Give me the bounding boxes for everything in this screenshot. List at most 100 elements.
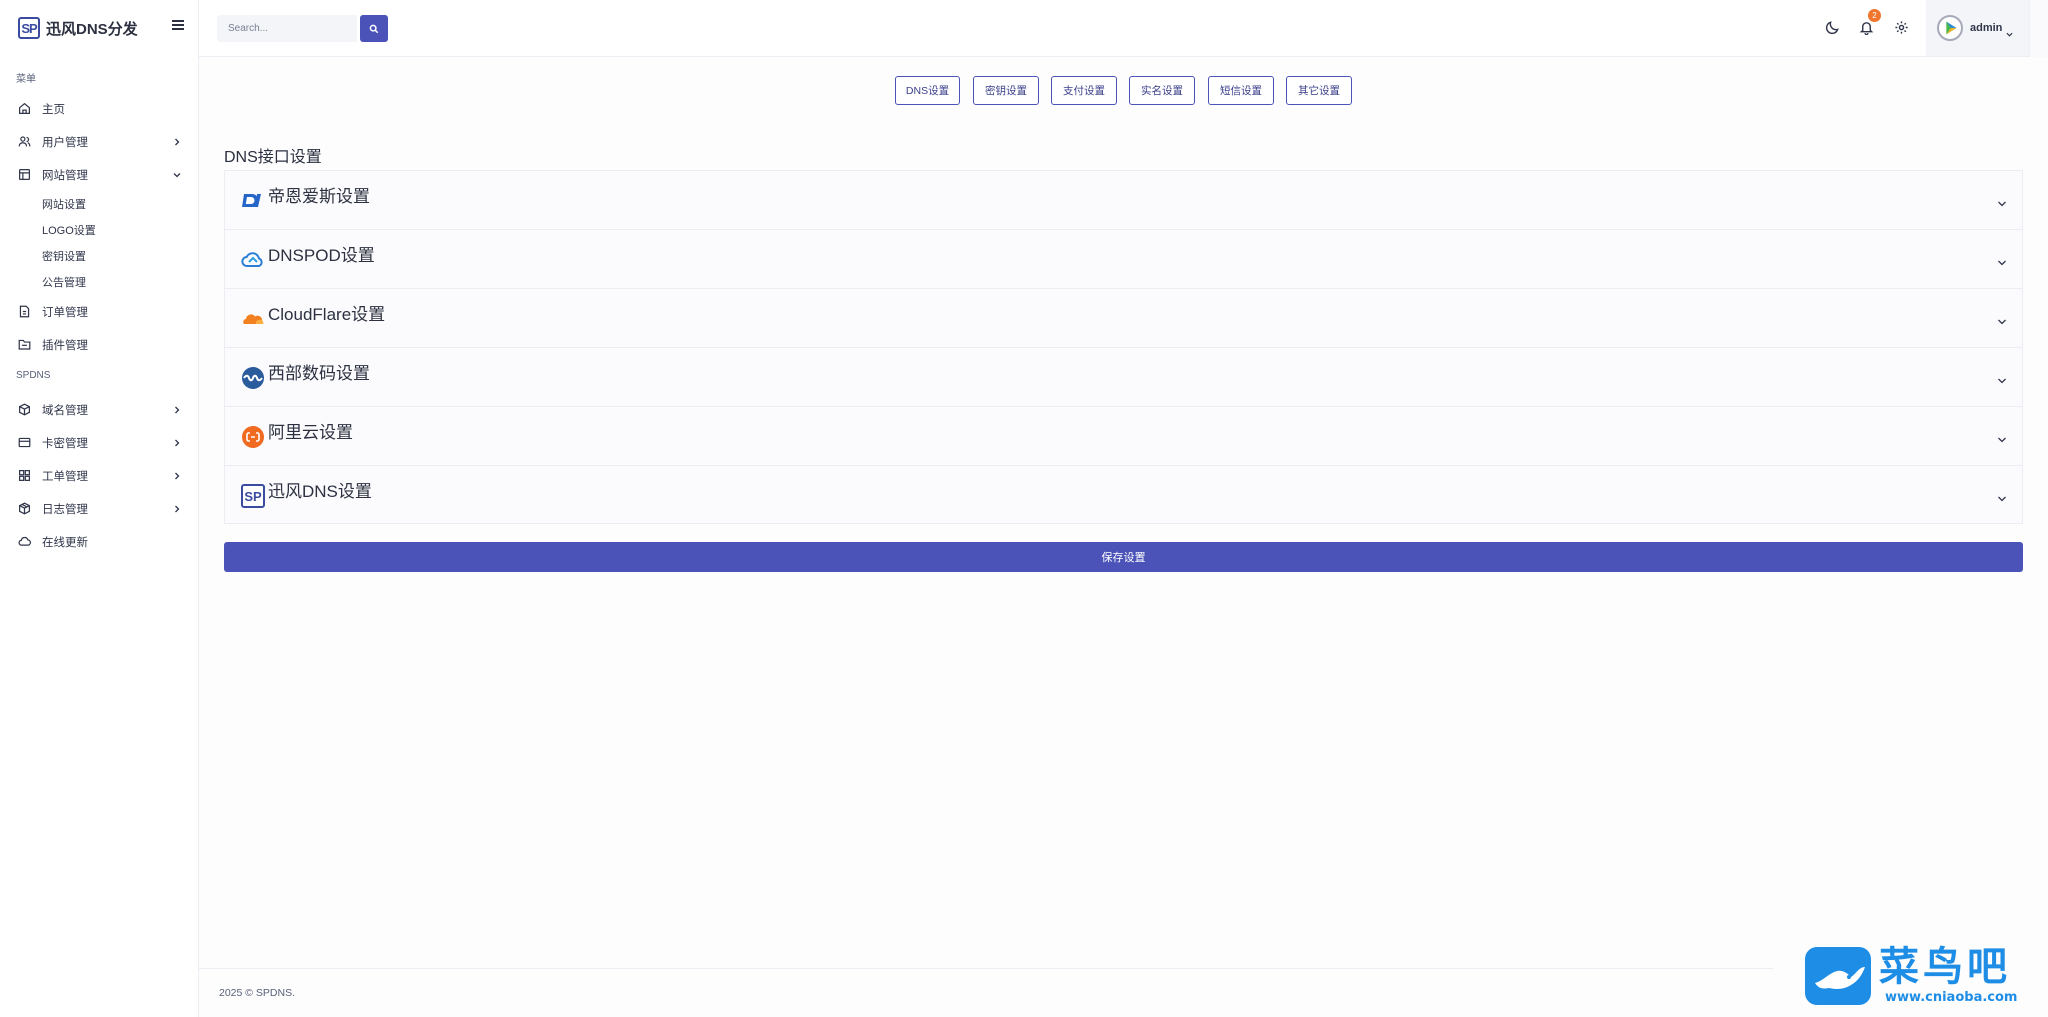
accordion-item-cloudflare[interactable]: CloudFlare设置 bbox=[224, 288, 2023, 347]
sidebar-subitem-site-settings[interactable]: 网站设置 bbox=[0, 191, 198, 217]
document-icon bbox=[18, 305, 31, 318]
moon-icon bbox=[1825, 21, 1839, 35]
accordion-title: 帝恩爱斯设置 bbox=[268, 187, 370, 206]
page-title: DNS接口设置 bbox=[224, 149, 322, 166]
chevron-down-icon bbox=[1997, 491, 2007, 502]
sidebar-item-label: 卡密管理 bbox=[42, 437, 88, 450]
chevron-down-icon bbox=[2006, 25, 2013, 37]
sidebar-item-label: 域名管理 bbox=[42, 404, 88, 417]
save-settings-button[interactable]: 保存设置 bbox=[224, 542, 2023, 572]
search-button[interactable] bbox=[360, 15, 388, 42]
watermark-url: www.cniaoba.com bbox=[1885, 990, 2018, 1005]
play-logo-icon bbox=[1939, 17, 1961, 39]
aliyun-logo-icon bbox=[241, 425, 265, 449]
tab-realname-settings[interactable]: 实名设置 bbox=[1129, 76, 1195, 105]
chevron-right-icon bbox=[173, 504, 181, 513]
accordion-title: DNSPOD设置 bbox=[268, 246, 375, 265]
box-icon bbox=[18, 502, 31, 515]
tab-payment-settings[interactable]: 支付设置 bbox=[1051, 76, 1117, 105]
topbar: 2 admin bbox=[199, 0, 2048, 57]
tab-dns-settings[interactable]: DNS设置 bbox=[895, 76, 960, 105]
cloudflare-logo-icon bbox=[241, 307, 265, 331]
layout-icon bbox=[18, 168, 31, 181]
watermark: 菜鸟吧 www.cniaoba.com bbox=[1803, 944, 2018, 1008]
svg-text:SP: SP bbox=[244, 489, 262, 504]
sidebar-subitem-key-settings[interactable]: 密钥设置 bbox=[0, 243, 198, 269]
footer: 2025 © SPDNS. bbox=[199, 968, 1773, 1017]
accordion-item-spdns[interactable]: SP 迅风DNS设置 bbox=[224, 465, 2023, 524]
dark-mode-toggle[interactable] bbox=[1825, 20, 1840, 35]
settings-button[interactable] bbox=[1894, 20, 1909, 35]
search-icon bbox=[369, 24, 379, 33]
sidebar-item-label: 日志管理 bbox=[42, 503, 88, 516]
accordion-title: 迅风DNS设置 bbox=[268, 482, 372, 501]
sidebar-item-label: 插件管理 bbox=[42, 339, 88, 352]
chevron-right-icon bbox=[173, 438, 181, 447]
notifications-button[interactable] bbox=[1859, 20, 1874, 36]
users-icon bbox=[18, 135, 31, 148]
copyright-text: 2025 © SPDNS. bbox=[219, 987, 296, 999]
brand: SP 迅风DNS分发 bbox=[0, 0, 198, 56]
notification-badge: 2 bbox=[1868, 9, 1881, 22]
sidebar-item-label: 在线更新 bbox=[42, 536, 88, 549]
sidebar-item-site[interactable]: 网站管理 bbox=[0, 158, 198, 191]
menu-toggle-icon[interactable] bbox=[172, 20, 184, 30]
bell-icon bbox=[1859, 22, 1874, 36]
chevron-right-icon bbox=[173, 137, 181, 146]
accordion-title: CloudFlare设置 bbox=[268, 305, 386, 324]
sidebar-subitem-logo-settings[interactable]: LOGO设置 bbox=[0, 217, 198, 243]
accordion-item-westcn[interactable]: 西部数码设置 bbox=[224, 347, 2023, 406]
accordion-title: 阿里云设置 bbox=[268, 423, 353, 442]
sidebar-section-label: SPDNS bbox=[16, 370, 51, 381]
tab-other-settings[interactable]: 其它设置 bbox=[1286, 76, 1352, 105]
folder-icon bbox=[18, 338, 31, 351]
dnspod-cloud-logo-icon bbox=[241, 248, 265, 272]
tab-sms-settings[interactable]: 短信设置 bbox=[1208, 76, 1274, 105]
sidebar-item-label: 网站管理 bbox=[42, 169, 88, 182]
chevron-down-icon bbox=[173, 170, 181, 178]
sidebar-item-label: 用户管理 bbox=[42, 136, 88, 149]
settings-tabs: DNS设置 密钥设置 支付设置 实名设置 短信设置 其它设置 bbox=[0, 76, 2048, 106]
west-cn-logo-icon bbox=[241, 366, 265, 390]
chevron-down-icon bbox=[1997, 432, 2007, 443]
chevron-right-icon bbox=[173, 405, 181, 414]
grid-icon bbox=[18, 469, 31, 482]
cloud-icon bbox=[18, 535, 31, 548]
sidebar-item-tickets[interactable]: 工单管理 bbox=[0, 459, 198, 492]
sidebar-item-orders[interactable]: 订单管理 bbox=[0, 295, 198, 328]
username: admin bbox=[1970, 22, 2003, 34]
gear-icon bbox=[1895, 21, 1908, 34]
cube-icon bbox=[18, 403, 31, 416]
sidebar-item-label: 订单管理 bbox=[42, 306, 88, 319]
sidebar: SP 迅风DNS分发 菜单 主页 用户管理 网站管理 网站设置 LOGO设置 密… bbox=[0, 0, 199, 1017]
chevron-down-icon bbox=[1997, 373, 2007, 384]
sidebar-item-plugins[interactable]: 插件管理 bbox=[0, 328, 198, 361]
sidebar-item-logs[interactable]: 日志管理 bbox=[0, 492, 198, 525]
accordion-item-dnsla[interactable]: 帝恩爱斯设置 bbox=[224, 170, 2023, 229]
user-menu[interactable]: admin bbox=[1926, 0, 2029, 56]
avatar bbox=[1937, 15, 1963, 41]
accordion-title: 西部数码设置 bbox=[268, 364, 370, 383]
sidebar-subitem-announcements[interactable]: 公告管理 bbox=[0, 269, 198, 295]
tab-key-settings[interactable]: 密钥设置 bbox=[973, 76, 1039, 105]
sidebar-item-label: 工单管理 bbox=[42, 470, 88, 483]
bird-logo-icon bbox=[1805, 947, 1871, 1005]
chevron-down-icon bbox=[1997, 255, 2007, 266]
chevron-down-icon bbox=[1997, 314, 2007, 325]
chevron-down-icon bbox=[1997, 196, 2007, 207]
sidebar-item-update[interactable]: 在线更新 bbox=[0, 525, 198, 558]
accordion-item-aliyun[interactable]: 阿里云设置 bbox=[224, 406, 2023, 465]
search-input[interactable] bbox=[217, 15, 357, 42]
scrollbar[interactable] bbox=[2029, 0, 2048, 57]
sidebar-item-users[interactable]: 用户管理 bbox=[0, 125, 198, 158]
brand-name: 迅风DNS分发 bbox=[46, 20, 138, 38]
sidebar-item-cards[interactable]: 卡密管理 bbox=[0, 426, 198, 459]
accordion-item-dnspod[interactable]: DNSPOD设置 bbox=[224, 229, 2023, 288]
chevron-right-icon bbox=[173, 471, 181, 480]
watermark-text: 菜鸟吧 bbox=[1879, 943, 2011, 990]
spdns-logo-icon: SP bbox=[241, 484, 265, 508]
dns-la-logo-icon bbox=[241, 189, 265, 213]
brand-logo: SP bbox=[18, 17, 40, 39]
sidebar-item-domains[interactable]: 域名管理 bbox=[0, 393, 198, 426]
credit-card-icon bbox=[18, 436, 31, 449]
